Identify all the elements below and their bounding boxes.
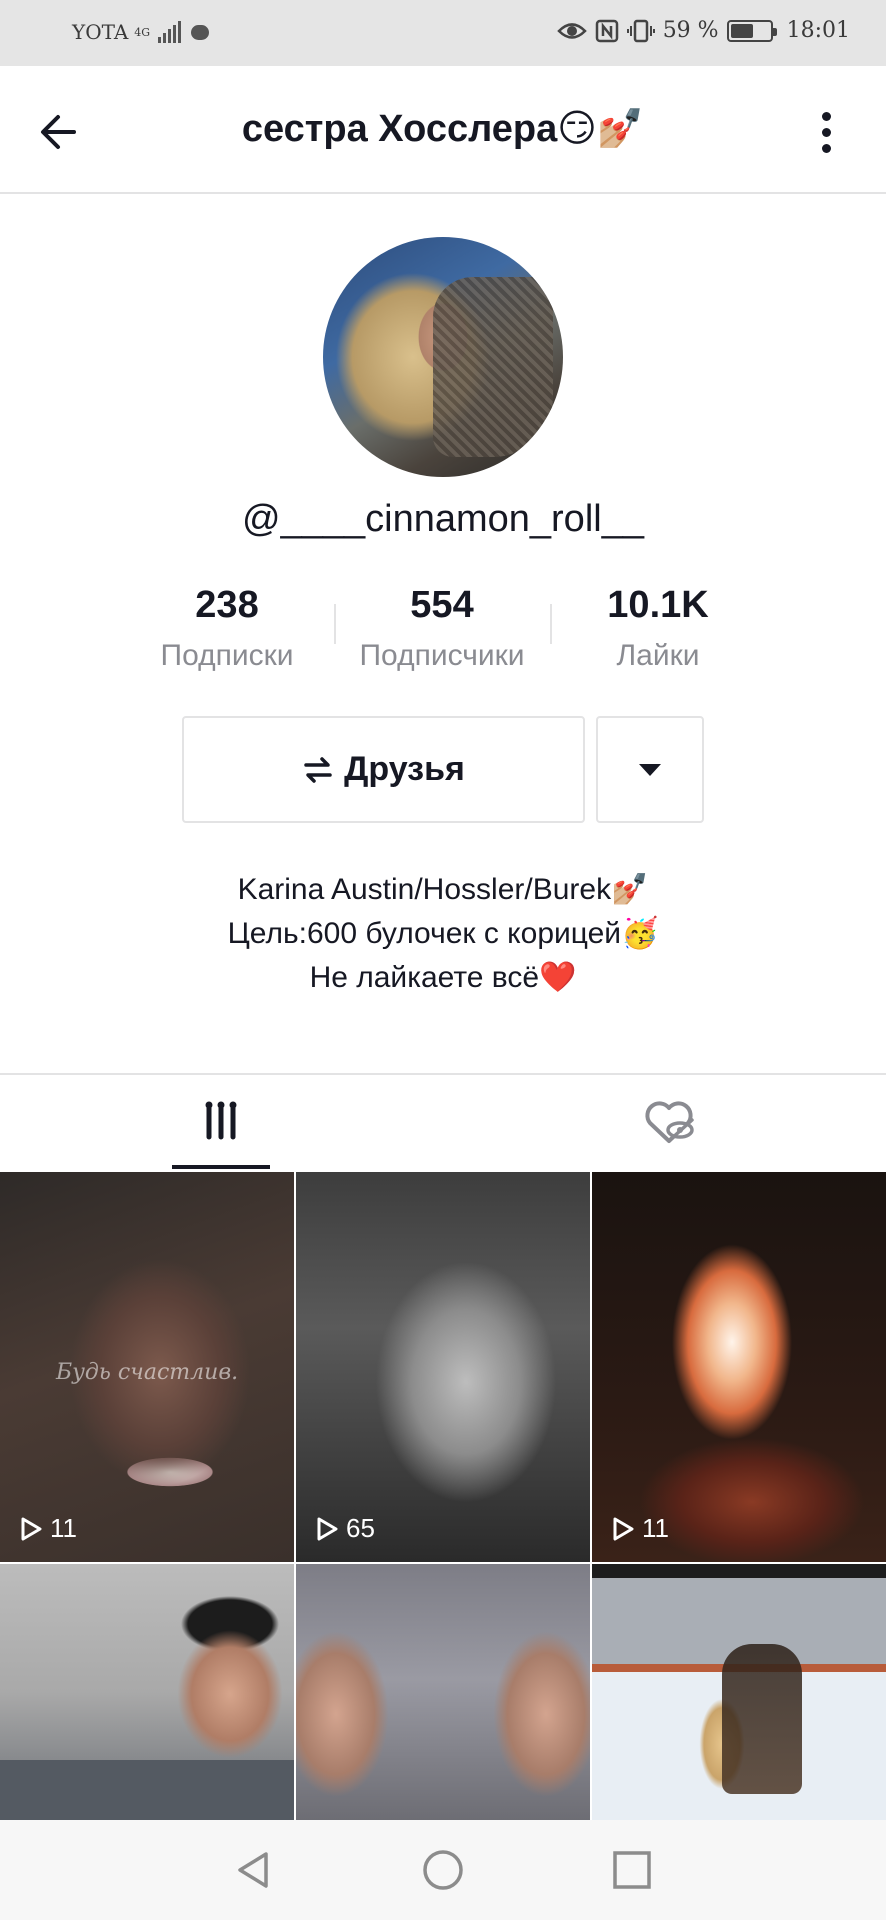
more-vertical-icon[interactable] <box>796 102 856 162</box>
grid-icon[interactable] <box>172 1075 270 1171</box>
stat-likes[interactable]: 10.1K Лайки <box>558 582 758 678</box>
video-grid: Будь счастлив. 11 65 11 <box>0 1172 886 1820</box>
system-nav-bar <box>0 1820 886 1920</box>
video-thumbnail[interactable]: Будь счастлив. 11 <box>0 1172 294 1562</box>
stat-following[interactable]: 238 Подписки <box>127 582 327 678</box>
bio-line: Karina Austin/Hossler/Burek💅🏼 <box>237 873 649 906</box>
view-count: 65 <box>312 1513 375 1544</box>
nfc-icon <box>595 19 618 42</box>
play-icon <box>317 1517 338 1540</box>
profile-header: сестра Хосслера😏💅🏼 <box>0 66 886 194</box>
friends-button[interactable]: Друзья <box>182 716 585 823</box>
signal-icon <box>158 21 182 43</box>
caret-down-icon <box>639 763 661 776</box>
recents-square-icon[interactable] <box>608 1846 656 1894</box>
video-thumbnail[interactable] <box>296 1564 590 1820</box>
eye-icon <box>556 22 587 39</box>
stat-divider <box>334 604 336 644</box>
profile-bio: Karina Austin/Hossler/Burek💅🏼 Цель:600 б… <box>0 868 886 1000</box>
active-tab-indicator <box>172 1165 270 1169</box>
following-label: Подписки <box>160 639 294 672</box>
status-bar: YOTA 4G 59 % 18:01 <box>0 0 886 66</box>
battery-icon <box>726 19 777 42</box>
play-icon <box>613 1517 634 1540</box>
view-count-value: 11 <box>642 1513 669 1543</box>
video-thumbnail[interactable]: 65 <box>296 1172 590 1562</box>
page-title: сестра Хосслера😏💅🏼 <box>241 108 645 150</box>
message-icon <box>191 24 210 40</box>
stat-divider <box>550 604 552 644</box>
bio-line: Цель:600 булочек с корицей🥳 <box>227 917 659 950</box>
profile-stats: 238 Подписки 554 Подписчики 10.1K Лайки <box>140 582 746 672</box>
bio-line: Не лайкаете всё❤️ <box>309 961 577 994</box>
view-count: 11 <box>608 1513 669 1544</box>
stat-followers[interactable]: 554 Подписчики <box>342 582 542 678</box>
clock: 18:01 <box>786 18 850 43</box>
carrier-label: YOTA <box>72 20 129 44</box>
network-type-label: 4G <box>134 25 151 39</box>
profile-tabs <box>0 1073 886 1171</box>
friends-button-label: Друзья <box>344 750 465 788</box>
battery-percent: 59 % <box>662 18 719 43</box>
following-count: 238 <box>195 584 259 626</box>
video-thumbnail[interactable]: 11 <box>592 1172 886 1562</box>
username: @____cinnamon_roll__ <box>242 498 644 540</box>
video-thumbnail[interactable] <box>592 1564 886 1820</box>
hidden-heart-icon[interactable] <box>620 1075 718 1171</box>
home-circle-icon[interactable] <box>419 1846 467 1894</box>
swap-arrows-icon <box>304 756 332 783</box>
vibrate-icon <box>626 19 655 42</box>
avatar[interactable] <box>323 237 563 477</box>
video-thumbnail[interactable] <box>0 1564 294 1820</box>
followers-label: Подписчики <box>359 639 525 672</box>
play-icon <box>21 1517 42 1540</box>
thumbnail-caption: Будь счастлив. <box>56 1360 239 1385</box>
view-count: 11 <box>16 1513 77 1544</box>
suggestions-dropdown-button[interactable] <box>596 716 704 823</box>
back-triangle-icon[interactable] <box>230 1846 278 1894</box>
view-count-value: 65 <box>346 1513 375 1543</box>
followers-count: 554 <box>410 584 474 626</box>
likes-label: Лайки <box>616 639 700 672</box>
likes-count: 10.1K <box>607 584 709 626</box>
view-count-value: 11 <box>50 1513 77 1543</box>
